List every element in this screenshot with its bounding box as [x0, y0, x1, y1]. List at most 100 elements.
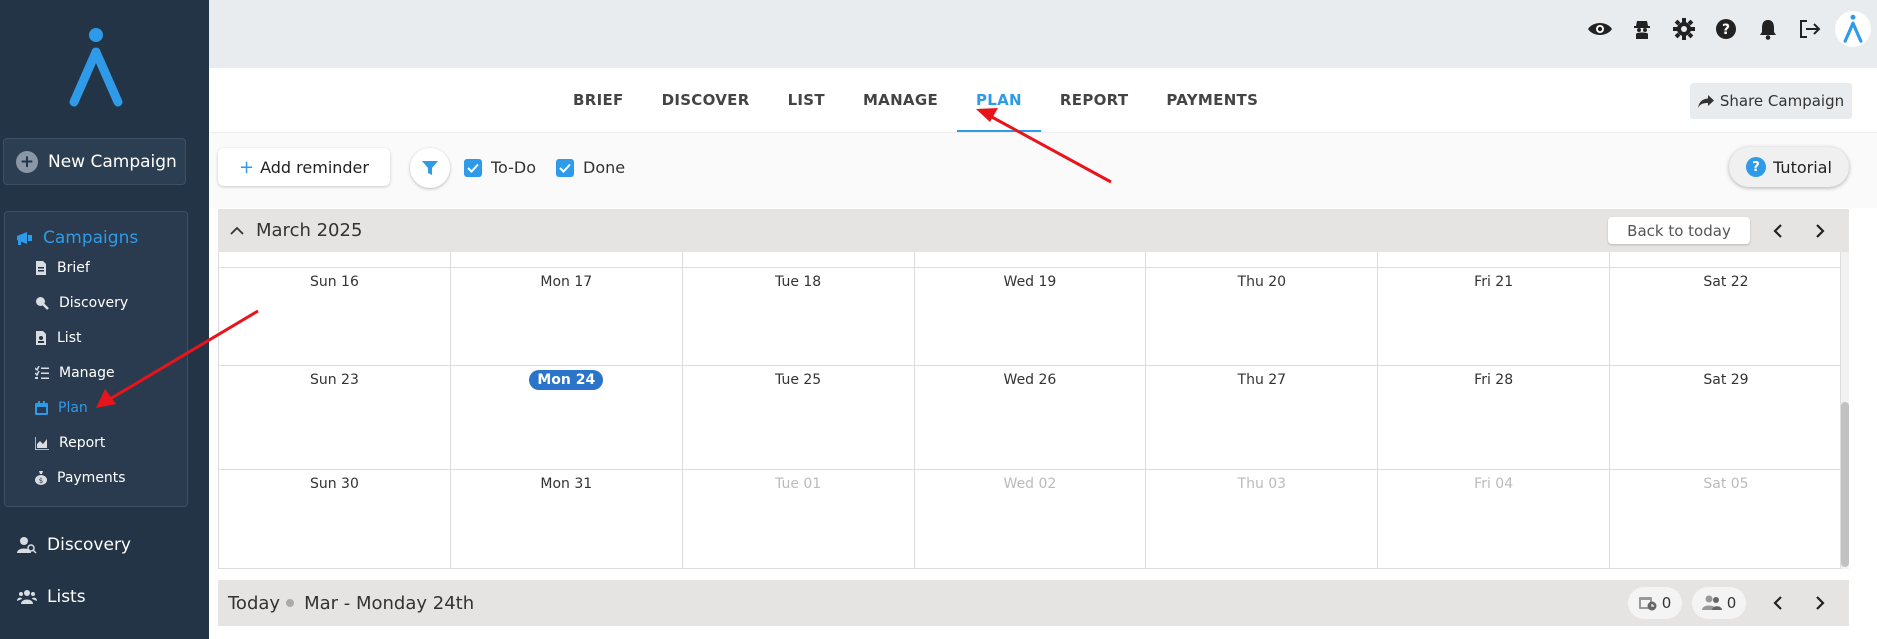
- calendar-cell[interactable]: [915, 252, 1147, 267]
- new-campaign-button[interactable]: + New Campaign: [3, 138, 186, 185]
- calendar-day-cell[interactable]: Sat 29: [1610, 366, 1840, 469]
- chevron-left-icon: [1773, 224, 1782, 238]
- calendar-day-cell[interactable]: Wed 19: [915, 268, 1147, 365]
- calendar-day-cell[interactable]: Mon 31: [451, 470, 683, 568]
- sidebar-item-discovery-main[interactable]: Discovery: [17, 535, 131, 555]
- help-icon: ?: [1746, 157, 1767, 177]
- day-label: Sun 23: [219, 372, 450, 388]
- todo-checkbox[interactable]: To-Do: [464, 158, 536, 177]
- calendar-day-cell[interactable]: Thu 03: [1146, 470, 1379, 568]
- sidebar-item-brief[interactable]: Brief: [35, 260, 90, 276]
- calendar-cell[interactable]: [451, 252, 683, 267]
- calendar-day-cell[interactable]: Tue 18: [683, 268, 915, 365]
- calendar-day-cell[interactable]: Wed 02: [915, 470, 1147, 568]
- brand-logo-icon[interactable]: [64, 26, 128, 110]
- calendar-grid: Sun 16 Mon 17 Tue 18 Wed 19 Thu 20 Fri 21 Sat …: [218, 252, 1841, 569]
- today-label: Today: [228, 592, 281, 614]
- calendar-day-cell[interactable]: Sun 30: [219, 470, 451, 568]
- prev-month-button[interactable]: [1766, 219, 1790, 243]
- day-label-text: Wed 19: [1003, 274, 1057, 290]
- calendar-cell[interactable]: [1378, 252, 1611, 267]
- people-count-badge[interactable]: 0: [1692, 587, 1746, 619]
- sidebar-item-campaigns[interactable]: Campaigns: [15, 228, 138, 248]
- tab-manage[interactable]: MANAGE: [844, 68, 957, 132]
- done-checkbox[interactable]: Done: [556, 158, 625, 177]
- calendar-scrollbar[interactable]: [1841, 252, 1849, 569]
- scrollbar-thumb[interactable]: [1841, 402, 1849, 567]
- main-panel: BRIEF DISCOVER LIST MANAGE PLAN REPORT P…: [209, 68, 1877, 639]
- tab-payments[interactable]: PAYMENTS: [1147, 68, 1277, 132]
- megaphone-icon: [17, 232, 32, 245]
- calendar-day-cell[interactable]: Tue 01: [683, 470, 915, 568]
- sidebar-item-payments[interactable]: $ Payments: [35, 470, 126, 486]
- calendar-day-cell[interactable]: Fri 21: [1378, 268, 1611, 365]
- calendar-day-cell[interactable]: Wed 26: [915, 366, 1147, 469]
- share-campaign-button[interactable]: Share Campaign: [1690, 83, 1852, 119]
- chevron-right-icon: [1816, 224, 1825, 238]
- day-label: Sat 05: [1610, 476, 1840, 492]
- calendar-day-cell[interactable]: Sat 22: [1610, 268, 1840, 365]
- calendar-icon: [35, 401, 48, 415]
- bell-icon[interactable]: [1747, 8, 1789, 50]
- sidebar-item-lists[interactable]: Lists: [17, 587, 86, 607]
- sidebar-item-list[interactable]: List: [35, 330, 81, 346]
- day-label: Sun 16: [219, 274, 450, 290]
- calendar-day-cell[interactable]: Thu 20: [1146, 268, 1379, 365]
- add-reminder-label: Add reminder: [260, 157, 369, 177]
- calendar-day-cell[interactable]: Fri 28: [1378, 366, 1611, 469]
- sidebar-item-discovery[interactable]: Discovery: [35, 295, 128, 311]
- help-icon[interactable]: ?: [1705, 8, 1747, 50]
- calendar-day-cell[interactable]: Sun 16: [219, 268, 451, 365]
- chevron-left-icon: [1773, 596, 1782, 610]
- calendar-week: Sun 16 Mon 17 Tue 18 Wed 19 Thu 20 Fri 21 Sat …: [219, 268, 1840, 366]
- spy-icon[interactable]: [1621, 8, 1663, 50]
- calendar-week: Sun 23 Mon 24 Tue 25 Wed 26 Thu 27 Fri 28 Sat …: [219, 366, 1840, 470]
- add-reminder-button[interactable]: + Add reminder: [218, 148, 390, 186]
- calendar-day-cell[interactable]: Sat 05: [1610, 470, 1840, 568]
- day-label: Wed 02: [915, 476, 1146, 492]
- tab-report[interactable]: REPORT: [1041, 68, 1147, 132]
- brand-logo-icon[interactable]: [1835, 11, 1871, 47]
- calendar-day-cell[interactable]: Sun 23: [219, 366, 451, 469]
- tab-discover[interactable]: DISCOVER: [643, 68, 769, 132]
- tab-plan[interactable]: PLAN: [957, 68, 1041, 132]
- calendar-day-cell[interactable]: Tue 25: [683, 366, 915, 469]
- new-campaign-label: New Campaign: [48, 151, 177, 172]
- calendar-day-cell[interactable]: Mon 17: [451, 268, 683, 365]
- eye-icon[interactable]: [1579, 8, 1621, 50]
- reminders-count-badge[interactable]: 0: [1628, 587, 1682, 619]
- calendar-day-cell[interactable]: Thu 27: [1146, 366, 1379, 469]
- day-label-text: Fri 28: [1474, 372, 1514, 388]
- calendar-cell[interactable]: [219, 252, 451, 267]
- chevron-up-icon[interactable]: [230, 226, 244, 235]
- day-label: Tue 01: [683, 476, 914, 492]
- prev-day-button[interactable]: [1766, 591, 1790, 615]
- back-to-today-button[interactable]: Back to today: [1608, 217, 1750, 244]
- tab-brief[interactable]: BRIEF: [554, 68, 643, 132]
- logout-icon[interactable]: [1789, 8, 1831, 50]
- next-month-button[interactable]: [1808, 219, 1832, 243]
- day-label-text: Tue 01: [775, 476, 822, 492]
- sidebar-item-manage[interactable]: Manage: [35, 365, 115, 381]
- file-user-icon: [36, 331, 46, 345]
- tutorial-button[interactable]: ? Tutorial: [1729, 147, 1849, 187]
- calendar-day-cell[interactable]: Fri 04: [1378, 470, 1611, 568]
- calendar-cell[interactable]: [1610, 252, 1840, 267]
- calendar-cell[interactable]: [1146, 252, 1379, 267]
- gear-icon[interactable]: [1663, 8, 1705, 50]
- sidebar-item-plan[interactable]: Plan: [35, 400, 88, 416]
- next-day-button[interactable]: [1808, 591, 1832, 615]
- day-summary-bar: Today Mar - Monday 24th 0 0: [218, 580, 1849, 626]
- calendar-day-cell[interactable]: Mon 24: [451, 366, 683, 469]
- calendar-week: Sun 30 Mon 31 Tue 01 Wed 02 Thu 03 Fri 04 Sat …: [219, 470, 1840, 569]
- day-label-text: Sat 29: [1703, 372, 1749, 388]
- day-label-text: Sun 30: [309, 476, 359, 492]
- day-label-text: Sat 22: [1703, 274, 1749, 290]
- svg-text:$: $: [39, 477, 43, 485]
- day-label: Mon 31: [451, 476, 682, 492]
- calendar-cell[interactable]: [683, 252, 915, 267]
- filter-button[interactable]: [410, 148, 450, 188]
- tab-list[interactable]: LIST: [769, 68, 844, 132]
- day-label: Thu 03: [1146, 476, 1377, 492]
- sidebar-item-report[interactable]: Report: [35, 435, 105, 451]
